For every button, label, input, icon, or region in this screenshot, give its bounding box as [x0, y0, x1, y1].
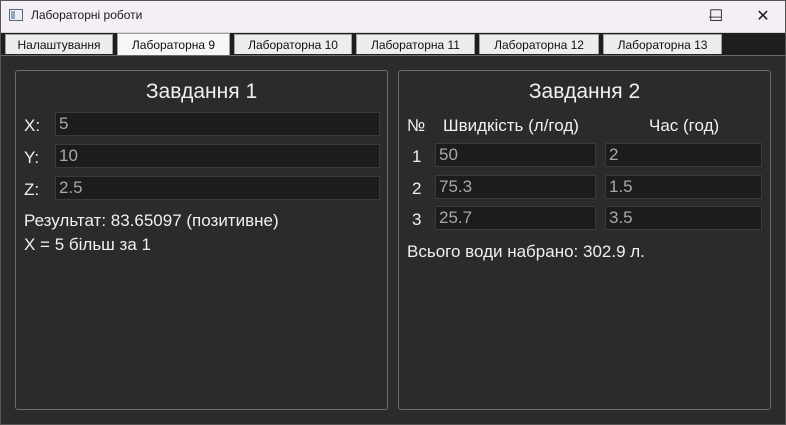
- task1-comparison: X = 5 більш за 1: [24, 235, 151, 254]
- task1-title: Завдання 1: [145, 80, 258, 103]
- close-icon: ✕: [756, 8, 770, 25]
- tab-label: Налаштування: [17, 37, 101, 52]
- tab-label: Лабораторна 9: [131, 38, 216, 52]
- tab-label: Лабораторна 13: [617, 37, 708, 52]
- close-button[interactable]: ✕: [740, 0, 786, 32]
- column-header-time: Час (год): [649, 116, 720, 135]
- tab-lab-12[interactable]: Лабораторна 12: [479, 34, 599, 54]
- y-label: Y:: [24, 148, 40, 167]
- tab-content: Завдання 1 X: Y: Z: Результат: 83.65097 …: [0, 55, 786, 424]
- x-label: X:: [24, 116, 41, 135]
- task1-panel: Завдання 1 X: Y: Z: Результат: 83.65097 …: [15, 70, 388, 410]
- tab-bar: Налаштування Лабораторна 9 Лабораторна 1…: [0, 33, 786, 56]
- maximize-icon: ☐: [708, 8, 724, 25]
- tab-lab-9[interactable]: Лабораторна 9: [117, 33, 230, 56]
- speed-input-2[interactable]: [435, 175, 596, 199]
- tab-label: Лабораторна 11: [371, 37, 460, 52]
- time-input-3[interactable]: [605, 206, 762, 230]
- task1-result: Результат: 83.65097 (позитивне): [24, 211, 279, 230]
- window-title: Лабораторні роботи: [31, 8, 143, 22]
- speed-input-3[interactable]: [435, 206, 596, 230]
- column-header-num: №: [407, 116, 426, 135]
- maximize-button[interactable]: ☐: [694, 0, 738, 32]
- title-bar: Лабораторні роботи — ☐ ✕: [0, 0, 786, 33]
- speed-input-1[interactable]: [435, 143, 596, 167]
- y-input[interactable]: [55, 144, 380, 168]
- tab-lab-13[interactable]: Лабораторна 13: [603, 34, 722, 54]
- x-input[interactable]: [55, 112, 380, 136]
- z-label: Z:: [24, 180, 40, 199]
- column-header-speed: Швидкість (л/год): [443, 116, 579, 135]
- row-number: 2: [412, 179, 422, 198]
- row-number: 3: [412, 210, 422, 229]
- tab-label: Лабораторна 10: [248, 37, 338, 52]
- task2-total: Всього води набрано: 302.9 л.: [407, 242, 645, 261]
- row-number: 1: [412, 147, 422, 166]
- task2-panel: Завдання 2 № Швидкість (л/год) Час (год)…: [398, 70, 771, 410]
- tab-lab-11[interactable]: Лабораторна 11: [356, 34, 475, 54]
- task2-title: Завдання 2: [528, 80, 641, 103]
- time-input-2[interactable]: [605, 175, 762, 199]
- tab-lab-10[interactable]: Лабораторна 10: [234, 34, 352, 54]
- app-window-icon: [9, 9, 23, 21]
- time-input-1[interactable]: [605, 143, 762, 167]
- z-input[interactable]: [55, 176, 380, 200]
- tab-settings[interactable]: Налаштування: [5, 34, 113, 54]
- tab-label: Лабораторна 12: [494, 37, 584, 52]
